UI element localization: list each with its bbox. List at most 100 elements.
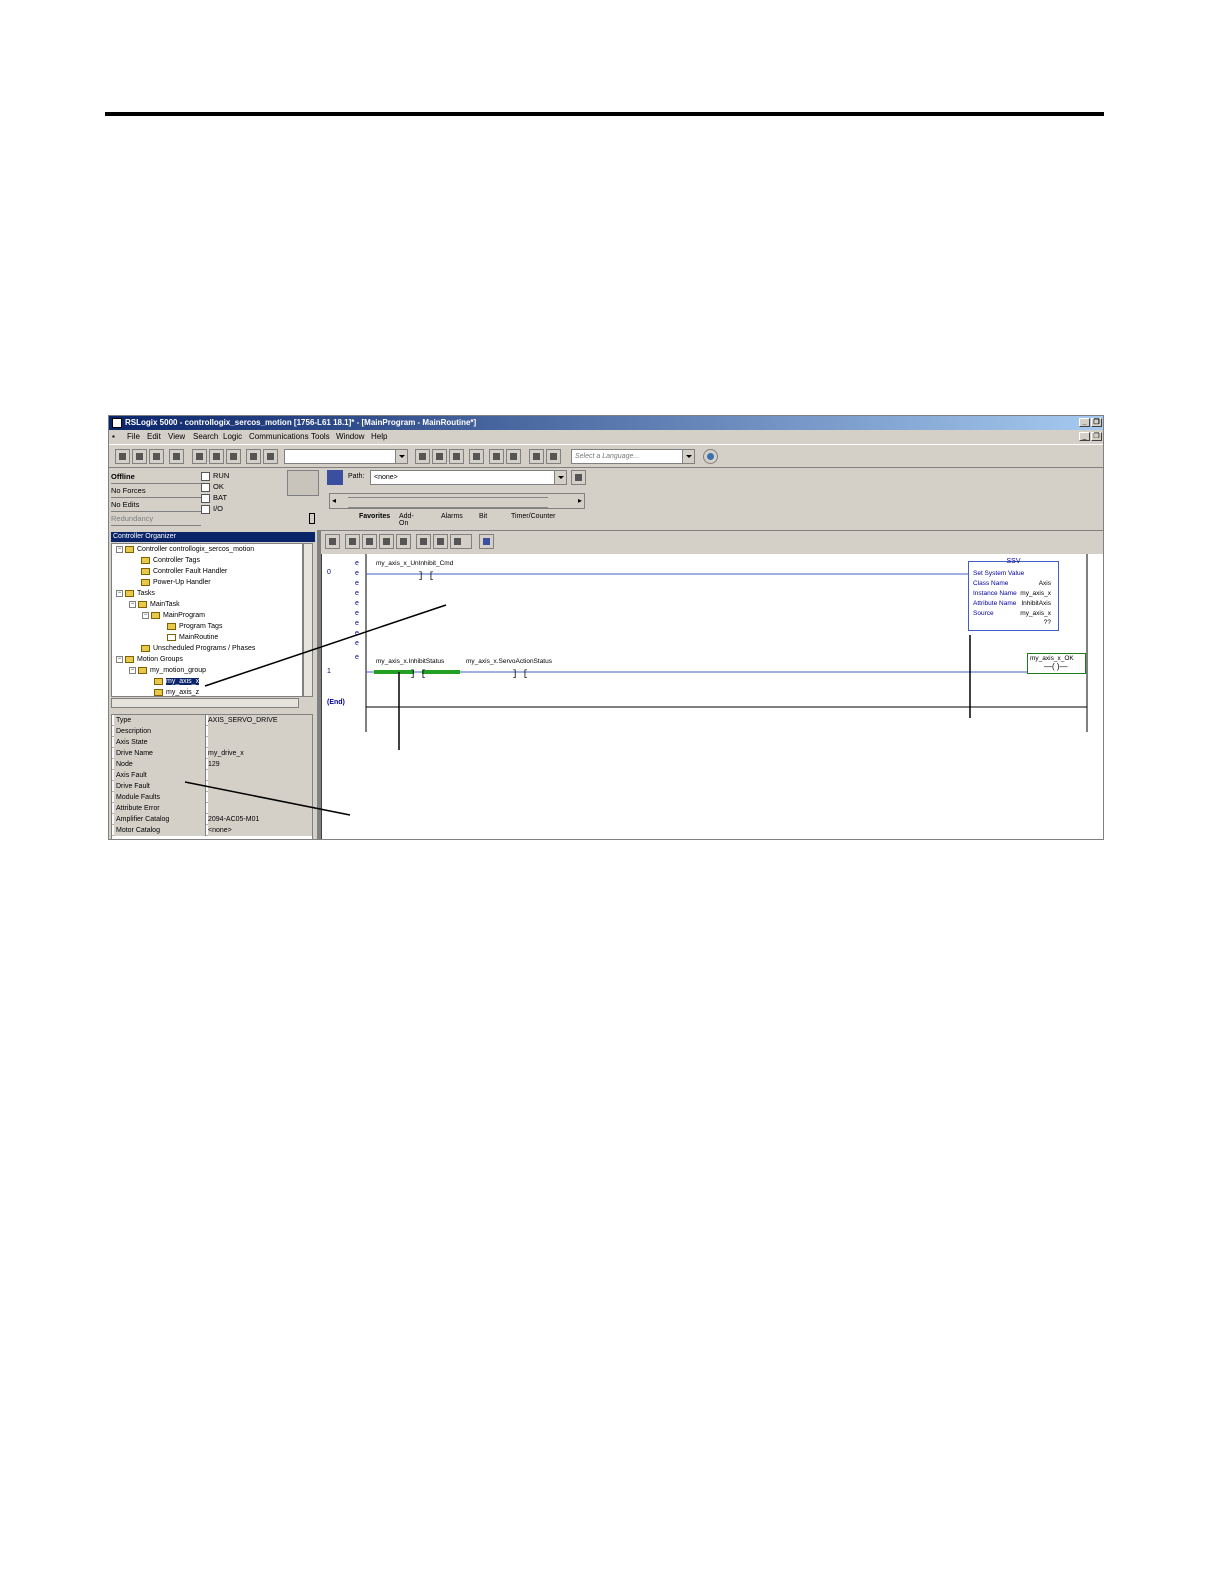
ladder-tool-icon[interactable] [362,534,377,549]
zoom-out-icon[interactable] [546,449,561,464]
ssv-row: Attribute Name InhibitAxis [973,600,1051,607]
verify-icon[interactable] [415,449,430,464]
globe-icon[interactable] [703,449,718,464]
contact-tag[interactable]: my_axis_x_UnInhibit_Cmd [376,560,453,567]
cut-icon[interactable] [192,449,207,464]
tree-item-controller-tags[interactable]: Controller Tags [141,556,200,566]
tab-alarms[interactable]: Alarms [441,513,463,520]
menu-tools[interactable]: Tools [311,430,330,443]
contact-tag[interactable]: my_axis_x.ServoActionStatus [466,658,552,665]
path-browse-icon[interactable] [571,470,586,485]
property-row: Node 129 [112,759,312,770]
tab-favorites[interactable]: Favorites [359,513,390,520]
tree-item-maintask[interactable]: − MainTask [129,600,180,610]
print-icon[interactable] [169,449,184,464]
tree-item-mainroutine[interactable]: MainRoutine [167,633,218,643]
property-row: Axis Fault [112,770,312,781]
menu-file[interactable]: File [127,430,140,443]
forces-status[interactable]: No Forces [111,484,201,498]
folder-icon [141,567,150,575]
tree-item-controller[interactable]: − Controller controllogix_sercos_motion [116,545,254,555]
chevron-down-icon[interactable] [682,450,694,463]
window-title: RSLogix 5000 - controllogix_sercos_motio… [125,418,477,427]
rslogix-window: RSLogix 5000 - controllogix_sercos_motio… [108,415,1104,840]
keyswitch-icon [287,470,319,496]
verify-routine-icon[interactable] [432,449,447,464]
properties-icon[interactable] [469,449,484,464]
scroll-right-icon[interactable]: ▸ [578,496,582,505]
tab-timer-counter[interactable]: Timer/Counter [511,513,555,520]
tree-item-fault-handler[interactable]: Controller Fault Handler [141,567,227,577]
tab-add-on[interactable]: Add-On [399,513,414,527]
restore-button[interactable]: ❐ [1091,418,1102,427]
ladder-elements[interactable] [348,497,548,508]
svg-text:] [: ] [ [512,669,528,679]
menu-view[interactable]: View [168,430,185,443]
save-icon[interactable] [149,449,164,464]
menu-help[interactable]: Help [371,430,387,443]
tree-item-unscheduled[interactable]: Unscheduled Programs / Phases [141,644,255,654]
axis-icon [154,677,163,685]
tree-item-axis-z[interactable]: my_axis_z [154,688,199,698]
chevron-down-icon[interactable] [395,450,407,463]
undo-icon[interactable] [246,449,261,464]
language-select[interactable]: Select a Language... [571,449,695,464]
ladder-tool-icon[interactable] [416,534,431,549]
network-icon[interactable] [327,470,343,485]
ssv-instruction[interactable]: SSV Set System Value Class Name Axis Inst… [968,558,1059,631]
ladder-tool-icon[interactable] [479,534,494,549]
chevron-down-icon[interactable] [554,471,566,484]
edits-status[interactable]: No Edits [111,498,201,512]
menu-communications[interactable]: Communications [249,430,309,443]
panel-handle[interactable] [309,513,315,524]
monitor-tags-icon[interactable] [506,449,521,464]
tree-item-program-tags[interactable]: Program Tags [167,622,222,632]
tree-vertical-scrollbar[interactable] [303,543,313,697]
mode-status[interactable]: Offline [111,470,201,484]
axis-properties-panel: Type AXIS_SERVO_DRIVE Description Axis St… [111,714,313,839]
ladder-tool-icon[interactable] [433,534,448,549]
redo-icon[interactable] [263,449,278,464]
menu-bar: ▪ File Edit View Search Logic Communicat… [109,430,1103,443]
minimize-button[interactable]: _ [1079,418,1090,427]
search-combo[interactable] [284,449,408,464]
tree-item-motion-groups[interactable]: − Motion Groups [116,655,183,665]
svg-text:] [: ] [ [410,669,426,679]
tab-bit[interactable]: Bit [479,513,487,520]
ladder-tool-icon[interactable] [379,534,394,549]
redundancy-status[interactable]: Redundancy [111,512,201,526]
tree-item-tasks[interactable]: − Tasks [116,589,155,599]
output-coil[interactable]: my_axis_x_OK —( )— [1027,653,1086,674]
tree-horizontal-scrollbar[interactable] [111,698,299,708]
doc-minimize-button[interactable]: _ [1079,432,1090,441]
folder-icon [125,589,134,597]
cross-reference-icon[interactable] [449,449,464,464]
ladder-tool-icon[interactable] [325,534,340,549]
doc-restore-button[interactable]: ❐ [1091,432,1102,441]
menu-edit[interactable]: Edit [147,430,161,443]
menu-logic[interactable]: Logic [223,430,242,443]
contact-tag[interactable]: my_axis_x.InhibitStatus [376,658,444,665]
doc-icon[interactable]: ▪ [112,430,115,443]
ladder-toolbar [319,530,1103,553]
coil-symbol: —( )— [1044,662,1068,671]
menu-window[interactable]: Window [336,430,364,443]
paste-icon[interactable] [226,449,241,464]
edit-tags-icon[interactable] [489,449,504,464]
ladder-tool-icon[interactable] [345,534,360,549]
ladder-tool-icon[interactable] [450,534,472,549]
zoom-in-icon[interactable] [529,449,544,464]
scroll-left-icon[interactable]: ◂ [332,496,336,505]
tree-item-mainprogram[interactable]: − MainProgram [142,611,205,621]
instruction-toolbar: ◂ ▸ [329,493,585,509]
tree-item-power-up-handler[interactable]: Power-Up Handler [141,578,211,588]
copy-icon[interactable] [209,449,224,464]
ladder-tool-icon[interactable] [396,534,411,549]
tree-item-axis-x[interactable]: my_axis_x [154,677,200,687]
open-icon[interactable] [132,449,147,464]
new-icon[interactable] [115,449,130,464]
tree-item-motion-group[interactable]: − my_motion_group [129,666,206,676]
menu-search[interactable]: Search [193,430,218,443]
ssv-source-value: ?? [1043,619,1051,626]
path-select[interactable]: <none> [370,470,567,485]
